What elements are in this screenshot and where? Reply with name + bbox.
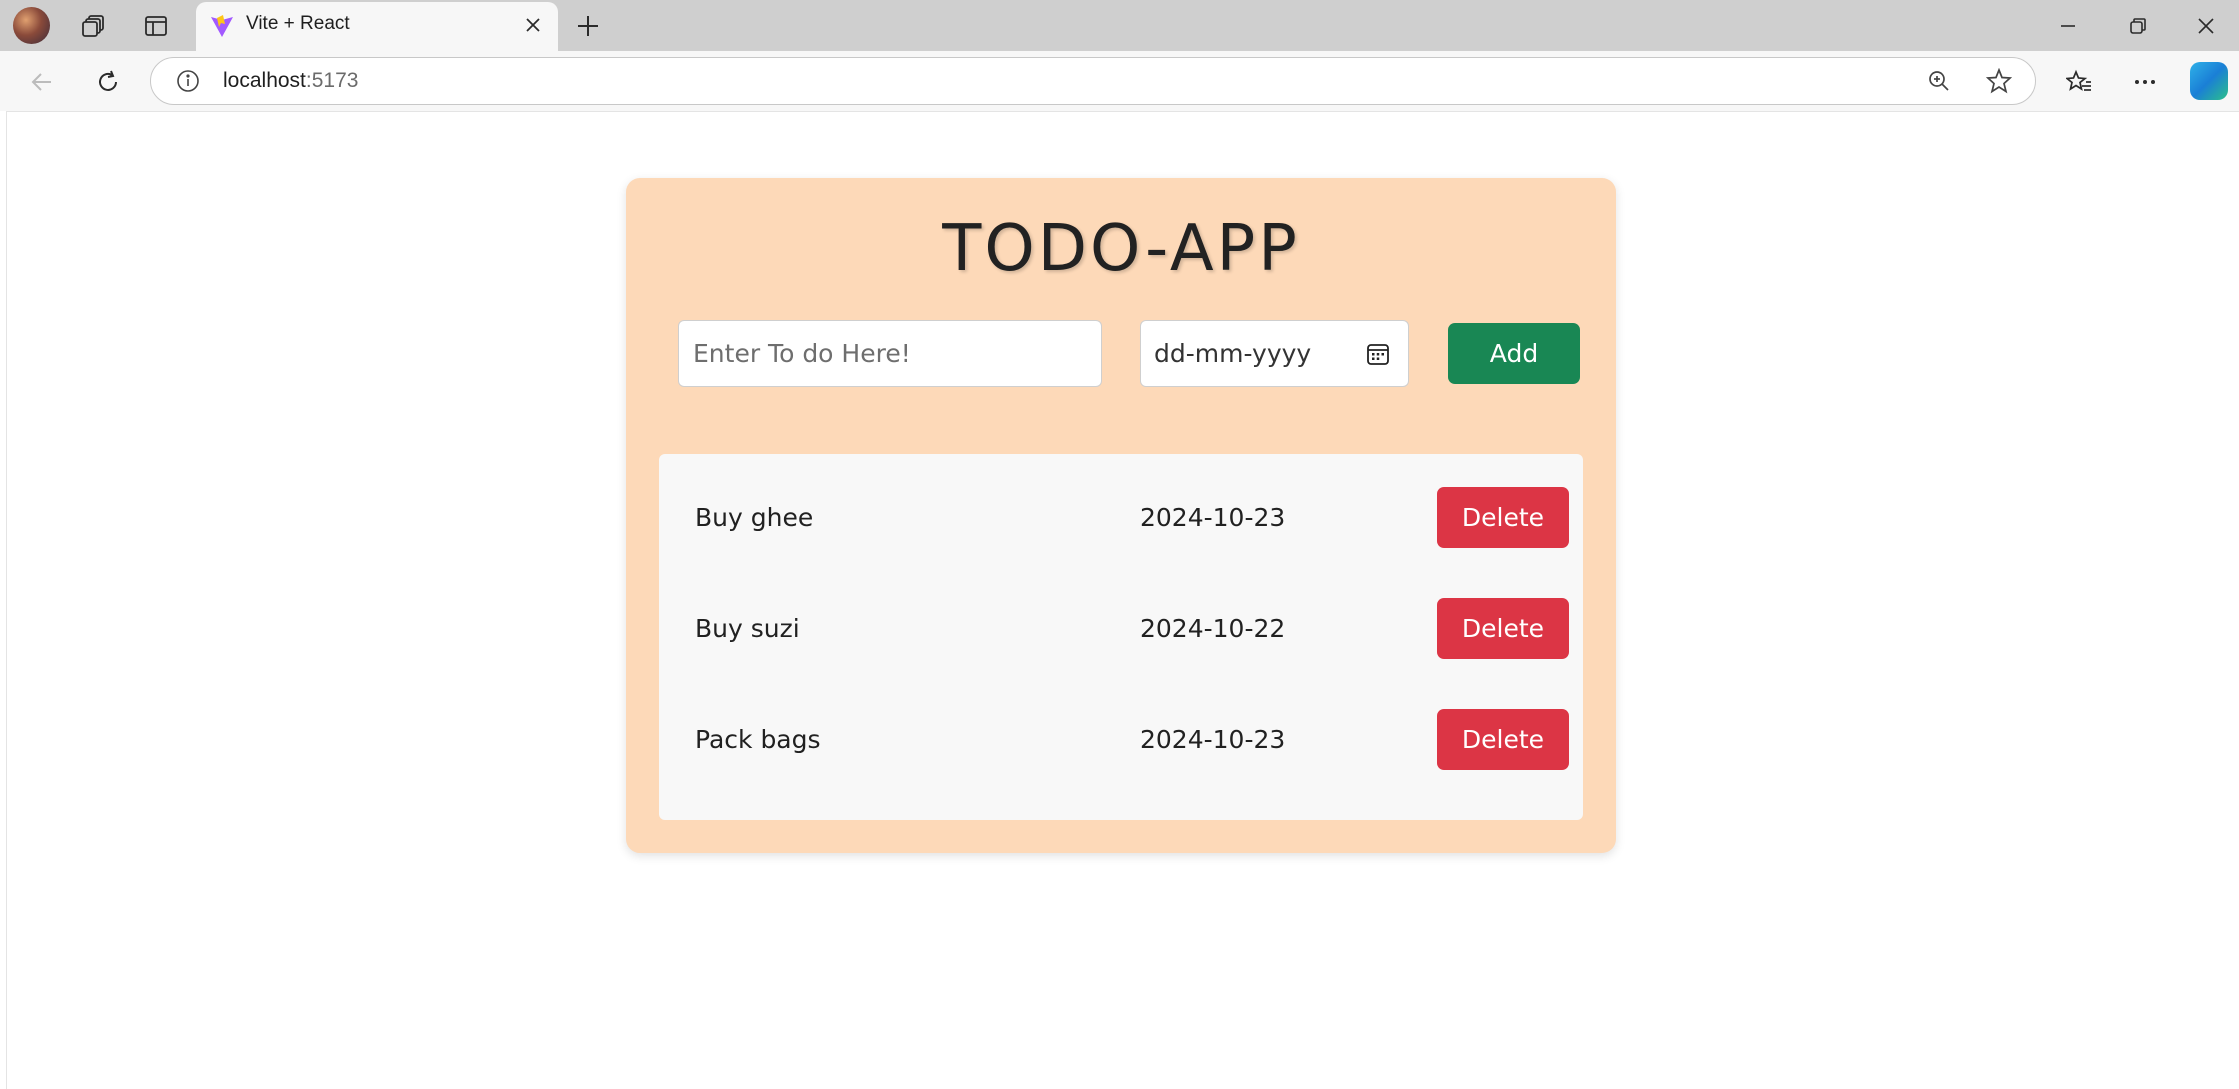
add-button[interactable]: Add — [1448, 323, 1580, 384]
zoom-icon[interactable] — [1921, 63, 1957, 99]
page-title: TODO-APP — [942, 212, 1300, 286]
plus-icon[interactable] — [568, 8, 608, 44]
close-icon[interactable] — [520, 12, 546, 38]
todo-item-date: 2024-10-23 — [1140, 725, 1286, 754]
address-bar[interactable] — [150, 57, 2036, 105]
tab-title: Vite + React — [246, 13, 350, 34]
info-icon[interactable] — [174, 67, 202, 95]
star-icon[interactable] — [1981, 63, 2017, 99]
window-close-icon[interactable] — [2176, 4, 2236, 48]
todo-item-date: 2024-10-23 — [1140, 503, 1286, 532]
more-icon[interactable] — [2124, 61, 2166, 103]
restore-icon[interactable] — [2108, 4, 2168, 48]
copilot-icon[interactable] — [2190, 62, 2228, 100]
todo-item-date: 2024-10-22 — [1140, 614, 1286, 643]
delete-button[interactable]: Delete — [1437, 598, 1569, 659]
vertical-tabs-icon[interactable] — [134, 4, 178, 48]
todo-item-name: Buy ghee — [695, 503, 814, 532]
delete-button[interactable]: Delete — [1437, 709, 1569, 770]
favorites-icon[interactable] — [2058, 61, 2100, 103]
profile-avatar[interactable] — [13, 7, 50, 44]
workspaces-icon[interactable] — [72, 4, 116, 48]
todo-input[interactable] — [678, 320, 1102, 387]
address-url[interactable]: localhost:5173 — [223, 69, 358, 93]
vite-favicon — [210, 14, 234, 38]
calendar-icon[interactable] — [1364, 340, 1392, 368]
back-icon[interactable] — [20, 60, 64, 104]
address-host: localhost — [223, 69, 306, 92]
todo-item-name: Buy suzi — [695, 614, 800, 643]
todo-item-name: Pack bags — [695, 725, 821, 754]
delete-button[interactable]: Delete — [1437, 487, 1569, 548]
address-port: :5173 — [305, 69, 359, 92]
date-placeholder: dd-mm-yyyy — [1154, 339, 1312, 368]
refresh-icon[interactable] — [86, 60, 130, 104]
minimize-icon[interactable] — [2038, 4, 2098, 48]
